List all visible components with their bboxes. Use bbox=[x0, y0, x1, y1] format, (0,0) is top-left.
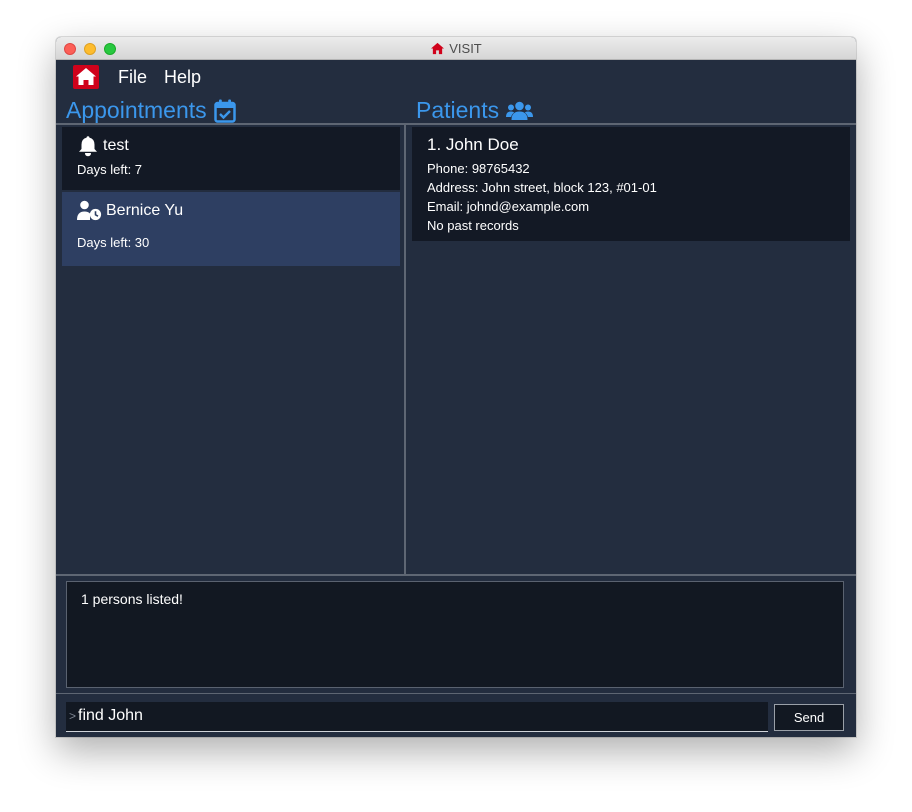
command-box: > bbox=[66, 702, 768, 732]
house-icon bbox=[431, 42, 445, 55]
patient-address: Address: John street, block 123, #01-01 bbox=[427, 180, 657, 195]
calendar-check-icon bbox=[213, 99, 236, 123]
appointments-title-text: Appointments bbox=[66, 97, 207, 123]
window-title: VISIT bbox=[56, 37, 856, 60]
house-icon bbox=[73, 65, 99, 89]
appointment-card[interactable]: test Days left: 7 bbox=[62, 127, 400, 190]
patients-panel-title: Patients bbox=[416, 97, 534, 124]
title-bar: VISIT bbox=[56, 37, 856, 60]
appointment-list[interactable]: test Days left: 7 Bernice Yu Days left: … bbox=[56, 125, 404, 575]
menu-help[interactable]: Help bbox=[164, 67, 201, 88]
command-input[interactable] bbox=[78, 702, 764, 730]
appointment-name-row: Bernice Yu bbox=[77, 200, 183, 221]
bell-icon bbox=[79, 136, 97, 157]
send-button[interactable]: Send bbox=[774, 704, 844, 731]
command-prompt: > bbox=[69, 709, 77, 723]
appointment-days-left: Days left: 7 bbox=[77, 162, 143, 177]
appointment-card-selected[interactable]: Bernice Yu Days left: 30 bbox=[62, 192, 400, 266]
result-display: 1 persons listed! bbox=[66, 581, 844, 688]
users-icon bbox=[506, 101, 534, 120]
patient-phone: Phone: 98765432 bbox=[427, 161, 530, 176]
appointment-days-left: Days left: 30 bbox=[77, 235, 150, 250]
menu-file[interactable]: File bbox=[118, 67, 147, 88]
app-window: VISIT File Help Appointments Patients te… bbox=[56, 37, 856, 737]
appointments-panel-title: Appointments bbox=[66, 97, 236, 124]
result-text: 1 persons listed! bbox=[81, 591, 183, 607]
patient-records: No past records bbox=[427, 218, 519, 233]
patient-card[interactable]: 1. John Doe Phone: 98765432 Address: Joh… bbox=[412, 127, 850, 241]
patients-title-text: Patients bbox=[416, 97, 500, 123]
user-clock-icon bbox=[77, 200, 102, 221]
list-bottom-divider bbox=[56, 574, 856, 576]
patient-name: 1. John Doe bbox=[427, 135, 519, 154]
appointment-name-row: test bbox=[77, 135, 129, 157]
menu-bar: File Help bbox=[56, 60, 856, 95]
window-title-text: VISIT bbox=[449, 41, 482, 56]
appointment-name: Bernice Yu bbox=[106, 201, 184, 219]
appointment-name: test bbox=[103, 137, 129, 154]
patient-email: Email: johnd@example.com bbox=[427, 199, 590, 214]
command-divider bbox=[56, 693, 856, 694]
